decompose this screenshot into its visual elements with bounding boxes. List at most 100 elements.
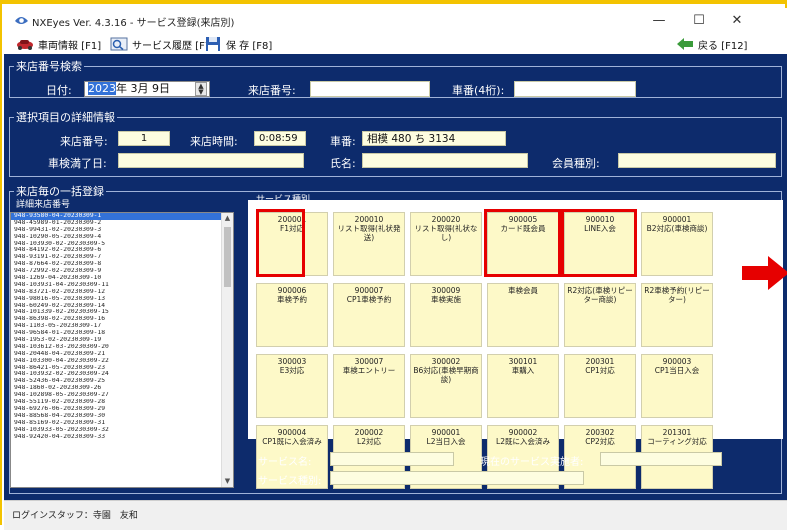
car-icon — [17, 40, 33, 50]
inspection-expiry-label: 車検満了日: — [48, 157, 107, 170]
vehicle-info-label: 車両情報 [F1] — [38, 40, 102, 52]
list-item[interactable]: 948-1269-04-20230309-10 — [11, 275, 223, 282]
service-tile[interactable]: 200010 リスト取得(礼状発送) — [333, 212, 405, 276]
list-item[interactable]: 948-20448-04-20230309-21 — [11, 351, 223, 358]
list-item[interactable]: 948-45989-01-20230309-2 — [11, 220, 223, 227]
service-tile-name: CP2対応 — [585, 437, 615, 446]
service-tile[interactable]: 300007 車検エントリー — [333, 354, 405, 418]
list-item[interactable]: 948-101339-02-20230309-15 — [11, 309, 223, 316]
list-item[interactable]: 948-103300-04-20230309-22 — [11, 358, 223, 365]
current-staff-label: 現在のサービス実施者: — [480, 457, 584, 468]
customer-name-field — [362, 153, 528, 168]
detail-visit-time-field: 0:08:59 — [254, 131, 306, 146]
service-tile[interactable]: 300101 車購入 — [487, 354, 559, 418]
list-item[interactable]: 948-96584-01-20230309-18 — [11, 330, 223, 337]
save-label: 保 存 [F8] — [226, 40, 273, 52]
car-number-search-label: 車番(4桁): — [452, 84, 505, 97]
list-item[interactable]: 948-10290-05-20230309-4 — [11, 234, 223, 241]
service-tile-code: 200002 — [354, 428, 384, 437]
list-item[interactable]: 948-93191-02-20230309-7 — [11, 254, 223, 261]
list-item[interactable]: 948-103930-02-20230309-5 — [11, 241, 223, 248]
service-tile-code: 300007 — [354, 357, 384, 366]
list-item[interactable]: 948-103932-02-20230309-24 — [11, 371, 223, 378]
service-tile[interactable]: 900007 CP1車検予約 — [333, 283, 405, 347]
visit-number-search-input[interactable] — [310, 81, 430, 97]
service-tile[interactable]: 300002 B6対応(車検早期商談) — [410, 354, 482, 418]
highlight-box-f1 — [256, 209, 305, 277]
service-tile[interactable]: 300003 E3対応 — [256, 354, 328, 418]
list-item[interactable]: 948-93580-04-20230309-1 — [11, 213, 223, 220]
list-item[interactable]: 948-87664-02-20230309-8 — [11, 261, 223, 268]
list-item[interactable]: 948-86398-02-20230309-16 — [11, 316, 223, 323]
list-item[interactable]: 948-84192-02-20230309-6 — [11, 247, 223, 254]
list-item[interactable]: 948-86421-05-20230309-23 — [11, 365, 223, 372]
list-item[interactable]: 948-103612-03-20230309-20 — [11, 344, 223, 351]
service-tile-name: 車検予約 — [277, 295, 307, 304]
save-button[interactable]: 保 存 [F8] — [204, 36, 272, 52]
service-history-button[interactable]: サービス履歴 [F7] — [110, 36, 215, 52]
list-item[interactable]: 948-69276-06-20230309-29 — [11, 406, 223, 413]
service-tile-code: 900003 — [662, 357, 692, 366]
date-spin-icon[interactable]: ▲ ▼ — [195, 82, 207, 96]
list-scrollbar[interactable]: ▲ ▼ — [221, 213, 233, 487]
list-item[interactable]: 948-60249-02-20230309-14 — [11, 303, 223, 310]
service-tile-code: 300002 — [431, 357, 461, 366]
detail-visit-number-label: 来店番号: — [60, 135, 108, 148]
scroll-down-icon[interactable]: ▼ — [222, 476, 233, 487]
service-tile-name: CP1既に入会済み — [262, 437, 322, 446]
list-item[interactable]: 948-85169-02-20230309-31 — [11, 420, 223, 427]
highlight-box-card-member — [484, 209, 561, 277]
list-item[interactable]: 948-102898-05-20230309-27 — [11, 392, 223, 399]
service-type-field — [330, 471, 584, 485]
red-arrow-icon — [742, 256, 787, 290]
service-tile[interactable]: R2対応(車検リピーター商談) — [564, 283, 636, 347]
list-item[interactable]: 948-92420-04-20230309-33 — [11, 434, 223, 441]
service-tile-name: 車検エントリー — [342, 366, 396, 375]
visit-number-listbox[interactable]: 948-93580-04-20230309-1 948-45989-01-2023… — [10, 212, 234, 488]
vehicle-info-button[interactable]: 車両情報 [F1] — [16, 36, 101, 52]
service-tile[interactable]: 300009 車検実施 — [410, 283, 482, 347]
selected-details-legend: 選択項目の詳細情報 — [16, 111, 115, 124]
list-item[interactable]: 948-72992-02-20230309-9 — [11, 268, 223, 275]
service-tile[interactable]: 車検会員 — [487, 283, 559, 347]
list-item[interactable]: 948-83721-02-20230309-12 — [11, 289, 223, 296]
service-tile[interactable]: 200020 リスト取得(礼状なし) — [410, 212, 482, 276]
scroll-thumb[interactable] — [224, 227, 231, 287]
list-item[interactable]: 948-98016-05-20230309-13 — [11, 296, 223, 303]
detail-visit-number-field: 1 — [118, 131, 170, 146]
list-item[interactable]: 948-1860-02-20230309-26 — [11, 385, 223, 392]
service-tile[interactable]: 900006 車検予約 — [256, 283, 328, 347]
car-number-search-input[interactable] — [514, 81, 636, 97]
service-tile[interactable]: R2車検予約(リピーター) — [641, 283, 713, 347]
list-item[interactable]: 948-99431-02-20230309-3 — [11, 227, 223, 234]
list-item[interactable]: 948-1103-05-20230309-17 — [11, 323, 223, 330]
date-picker[interactable]: 2023年 3月 9日 ▲ ▼ — [84, 81, 210, 97]
detail-car-number-label: 車番: — [330, 135, 356, 148]
list-item[interactable]: 948-103931-04-20230309-11 — [11, 282, 223, 289]
list-item[interactable]: 948-103933-05-20230309-32 — [11, 427, 223, 434]
list-item[interactable]: 948-55119-02-20230309-28 — [11, 399, 223, 406]
list-item[interactable]: 948-1953-02-20230309-19 — [11, 337, 223, 344]
title-bar: NXEyes Ver. 4.3.16 - サービス登録(来店別) — ☐ ✕ — [4, 8, 787, 34]
list-item[interactable]: 948-52436-04-20230309-25 — [11, 378, 223, 385]
service-tile[interactable]: 900003 CP1当日入会 — [641, 354, 713, 418]
service-tile-name: B6対応(車検早期商談) — [413, 366, 479, 384]
list-item[interactable]: 948-88568-04-20230309-30 — [11, 413, 223, 420]
minimize-button[interactable]: — — [644, 11, 674, 31]
service-tile-code: 200302 — [585, 428, 615, 437]
back-button[interactable]: 戻る [F12] — [676, 36, 747, 52]
current-staff-field — [600, 452, 722, 466]
close-button[interactable]: ✕ — [722, 11, 752, 31]
service-tile-name: E3対応 — [279, 366, 305, 375]
service-tile-name: 車検会員 — [508, 286, 538, 295]
service-tile-code: 200020 — [431, 215, 461, 224]
service-tile[interactable]: 900001 B2対応(車検商談) — [641, 212, 713, 276]
service-tile[interactable]: 200301 CP1対応 — [564, 354, 636, 418]
visit-search-legend: 来店番号検索 — [16, 60, 82, 73]
date-label: 日付: — [46, 84, 72, 97]
scroll-up-icon[interactable]: ▲ — [222, 213, 233, 224]
service-tile-code: 300009 — [431, 286, 461, 295]
service-tile-code: 300101 — [508, 357, 538, 366]
maximize-button[interactable]: ☐ — [684, 11, 714, 31]
back-label: 戻る [F12] — [698, 40, 748, 52]
